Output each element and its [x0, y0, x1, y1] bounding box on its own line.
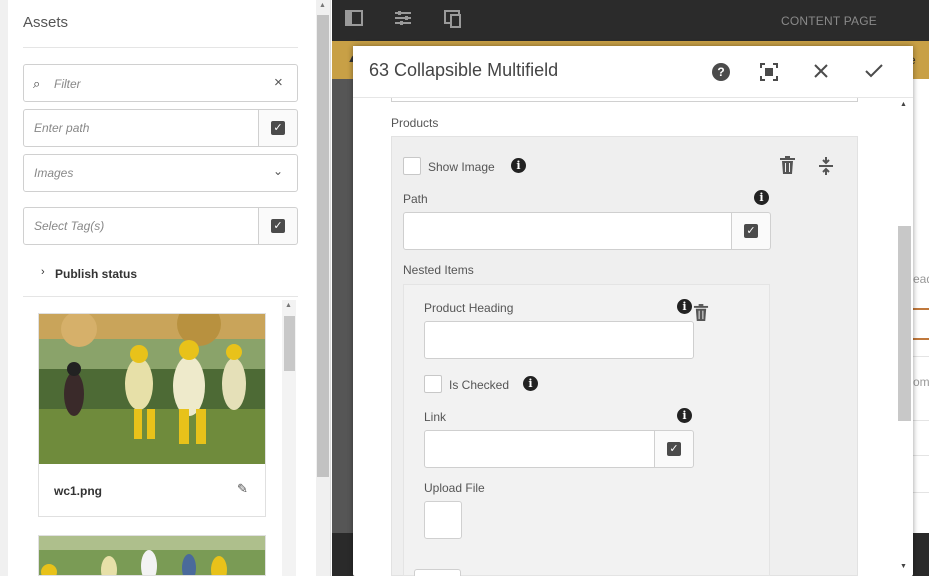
path-placeholder: Enter path	[34, 121, 90, 135]
properties-icon[interactable]	[394, 10, 412, 31]
asset-card[interactable]: wc1.png ✎	[38, 313, 266, 517]
fullscreen-icon[interactable]	[760, 63, 778, 84]
path-browse-button[interactable]: ✓	[258, 109, 298, 147]
divider	[23, 47, 298, 48]
link-label: Link	[424, 410, 447, 424]
upload-file-label: Upload File	[424, 481, 485, 495]
divider	[912, 356, 929, 357]
asset-type-select[interactable]: Images ⌄	[23, 154, 298, 192]
side-panel-toggle-icon[interactable]	[345, 10, 363, 31]
trash-icon[interactable]	[693, 304, 709, 325]
help-icon[interactable]: ?	[712, 63, 730, 81]
check-icon: ✓	[667, 442, 681, 456]
divider	[912, 420, 929, 421]
page-text-fragment: ead	[913, 272, 929, 286]
asset-thumbnail	[39, 536, 265, 575]
info-icon[interactable]: i	[523, 376, 538, 391]
tags-input[interactable]: Select Tag(s)	[23, 207, 259, 245]
link-picker-button[interactable]: ✓	[654, 430, 694, 468]
assets-title: Assets	[23, 14, 69, 31]
edit-icon[interactable]: ✎	[237, 481, 248, 497]
divider	[912, 455, 929, 456]
info-icon[interactable]: i	[677, 408, 692, 423]
upload-file-dropzone[interactable]	[424, 501, 462, 539]
dialog-scroll-thumb[interactable]	[898, 226, 911, 421]
scroll-up-icon[interactable]: ▲	[285, 302, 292, 309]
scroll-up-icon[interactable]: ▲	[319, 2, 326, 9]
is-checked-label: Is Checked	[449, 378, 510, 392]
info-icon[interactable]: i	[677, 299, 692, 314]
search-icon: ⌕	[33, 76, 41, 91]
asset-thumbnail	[39, 314, 265, 464]
close-icon[interactable]	[813, 63, 829, 82]
tags-picker-button[interactable]: ✓	[258, 207, 298, 245]
dialog-title: 63 Collapsible Multifield	[369, 60, 559, 80]
check-icon: ✓	[271, 219, 285, 233]
divider	[912, 492, 929, 493]
panel-scroll-thumb[interactable]	[317, 15, 329, 477]
done-check-icon[interactable]	[865, 63, 883, 82]
info-icon[interactable]: i	[754, 190, 769, 205]
clear-icon[interactable]: ×	[274, 74, 283, 91]
tags-placeholder: Select Tag(s)	[34, 219, 105, 233]
add-button[interactable]	[414, 569, 461, 576]
product-heading-label: Product Heading	[424, 301, 514, 315]
collapse-icon[interactable]	[818, 156, 834, 179]
path-input[interactable]	[403, 212, 733, 250]
filter-placeholder: Filter	[54, 77, 81, 91]
asset-list-scroll-thumb[interactable]	[284, 316, 295, 371]
path-label: Path	[403, 192, 428, 206]
link-input[interactable]	[424, 430, 656, 468]
show-image-label: Show Image	[428, 160, 495, 174]
products-label: Products	[391, 116, 439, 130]
scroll-up-icon[interactable]: ▲	[900, 101, 907, 108]
is-checked-checkbox[interactable]	[424, 375, 442, 393]
divider	[23, 296, 298, 297]
panel-edge	[0, 0, 8, 576]
trash-icon[interactable]	[779, 156, 796, 178]
page-content-behind	[912, 79, 929, 533]
check-icon: ✓	[271, 121, 285, 135]
path-input[interactable]: Enter path	[23, 109, 259, 147]
chevron-right-icon[interactable]: ›	[41, 266, 45, 278]
chevron-down-icon: ⌄	[273, 164, 284, 178]
show-image-checkbox[interactable]	[403, 157, 421, 175]
publish-status-toggle[interactable]: Publish status	[55, 267, 137, 281]
asset-card[interactable]	[38, 535, 266, 576]
emulator-icon[interactable]	[444, 10, 462, 33]
content-page-label: CONTENT PAGE	[781, 14, 877, 28]
check-icon: ✓	[744, 224, 758, 238]
nested-items-label: Nested Items	[403, 263, 474, 277]
asset-name: wc1.png	[54, 484, 103, 498]
path-picker-button[interactable]: ✓	[731, 212, 771, 250]
product-heading-input[interactable]	[424, 321, 694, 359]
asset-type-value: Images	[34, 166, 74, 180]
scroll-down-icon[interactable]: ▼	[900, 563, 907, 570]
info-icon[interactable]: i	[511, 158, 526, 173]
accent-line	[912, 338, 929, 340]
page-text-fragment: omp	[913, 375, 929, 389]
filter-input[interactable]: ⌕ Filter ×	[23, 64, 298, 102]
accent-line	[912, 308, 929, 310]
